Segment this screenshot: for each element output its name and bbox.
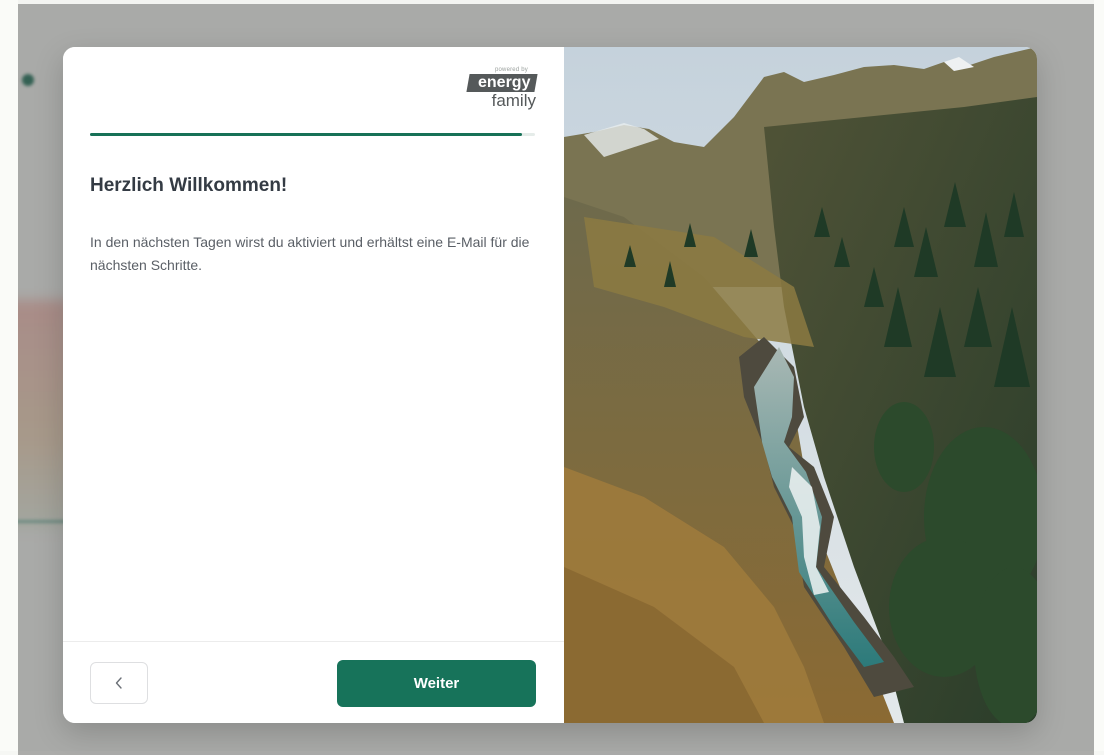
energy-family-logo: powered by energy family (444, 67, 538, 117)
welcome-modal: powered by energy family Herzlich Willko… (63, 47, 1037, 723)
modal-content-pane: powered by energy family Herzlich Willko… (63, 47, 564, 723)
chevron-left-icon (115, 677, 122, 689)
page-title: Herzlich Willkommen! (90, 175, 288, 196)
back-button[interactable] (90, 662, 148, 704)
window-edge-left (0, 0, 18, 751)
next-button[interactable]: Weiter (337, 660, 536, 707)
modal-footer: Weiter (63, 641, 564, 723)
window-edge-right (1094, 0, 1104, 751)
onboarding-progress-fill (90, 133, 522, 136)
welcome-message: In den nächsten Tagen wirst du aktiviert… (90, 234, 530, 273)
logo-powered-by: powered by (494, 67, 528, 73)
logo-brand-bottom: family (491, 91, 536, 110)
onboarding-progress-bar (90, 133, 535, 136)
logo-brand-top-mark: energy (465, 74, 538, 92)
mountain-valley-illustration (564, 47, 1037, 723)
landscape-image (564, 47, 1037, 723)
